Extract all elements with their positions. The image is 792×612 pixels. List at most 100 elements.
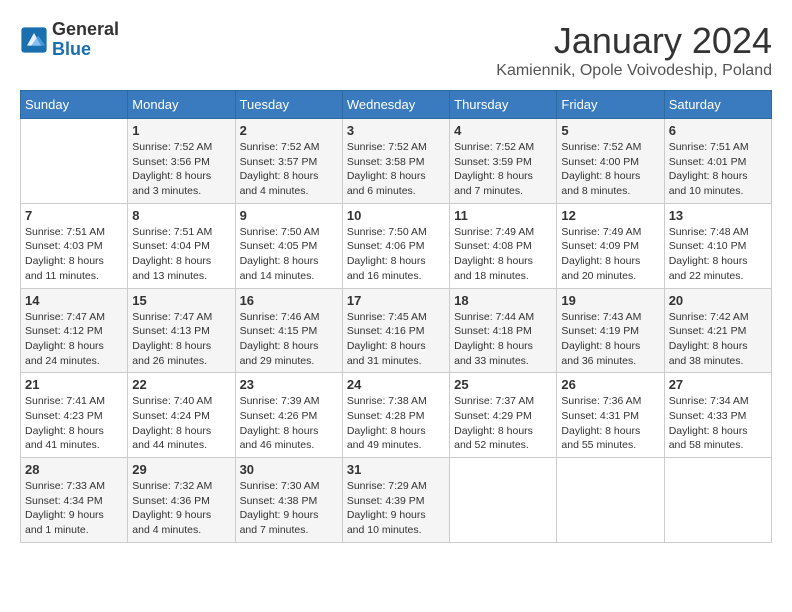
cell-info: Sunrise: 7:40 AMSunset: 4:24 PMDaylight:… xyxy=(132,394,230,453)
cell-info: Sunrise: 7:44 AMSunset: 4:18 PMDaylight:… xyxy=(454,310,552,369)
calendar-cell: 29 Sunrise: 7:32 AMSunset: 4:36 PMDayligh… xyxy=(128,458,235,543)
calendar-cell: 23Sunrise: 7:39 AMSunset: 4:26 PMDayligh… xyxy=(235,373,342,458)
calendar-cell: 26 Sunrise: 7:36 AMSunset: 4:31 PMDayligh… xyxy=(557,373,664,458)
day-number: 12 xyxy=(561,208,659,223)
cell-info: Sunrise: 7:42 AMSunset: 4:21 PMDaylight:… xyxy=(669,310,767,369)
day-number: 23 xyxy=(240,377,338,392)
cell-info: Sunrise: 7:43 AMSunset: 4:19 PMDaylight:… xyxy=(561,310,659,369)
cell-info: Sunrise: 7:51 AMSunset: 4:01 PMDaylight:… xyxy=(669,140,767,199)
calendar-cell: 4 Sunrise: 7:52 AMSunset: 3:59 PMDaylight… xyxy=(450,119,557,204)
day-number: 13 xyxy=(669,208,767,223)
cell-info: Sunrise: 7:52 AMSunset: 3:58 PMDaylight:… xyxy=(347,140,445,199)
cell-info: Sunrise: 7:33 AMSunset: 4:34 PMDaylight:… xyxy=(25,479,123,538)
day-number: 16 xyxy=(240,293,338,308)
calendar-cell: 8 Sunrise: 7:51 AMSunset: 4:04 PMDaylight… xyxy=(128,203,235,288)
day-number: 1 xyxy=(132,123,230,138)
cell-info: Sunrise: 7:47 AMSunset: 4:12 PMDaylight:… xyxy=(25,310,123,369)
day-number: 8 xyxy=(132,208,230,223)
cell-info: Sunrise: 7:36 AMSunset: 4:31 PMDaylight:… xyxy=(561,394,659,453)
day-number: 3 xyxy=(347,123,445,138)
calendar-cell: 7Sunrise: 7:51 AMSunset: 4:03 PMDaylight… xyxy=(21,203,128,288)
logo: General Blue xyxy=(20,20,119,60)
logo-blue: Blue xyxy=(52,39,91,59)
cell-info: Sunrise: 7:52 AMSunset: 3:59 PMDaylight:… xyxy=(454,140,552,199)
calendar-cell: 25Sunrise: 7:37 AMSunset: 4:29 PMDayligh… xyxy=(450,373,557,458)
cell-info: Sunrise: 7:49 AMSunset: 4:08 PMDaylight:… xyxy=(454,225,552,284)
day-header-wednesday: Wednesday xyxy=(342,91,449,119)
cell-info: Sunrise: 7:38 AMSunset: 4:28 PMDaylight:… xyxy=(347,394,445,453)
calendar-cell xyxy=(450,458,557,543)
cell-info: Sunrise: 7:50 AMSunset: 4:06 PMDaylight:… xyxy=(347,225,445,284)
calendar-cell: 19 Sunrise: 7:43 AMSunset: 4:19 PMDayligh… xyxy=(557,288,664,373)
cell-info: Sunrise: 7:52 AMSunset: 4:00 PMDaylight:… xyxy=(561,140,659,199)
day-number: 5 xyxy=(561,123,659,138)
calendar-cell: 17Sunrise: 7:45 AMSunset: 4:16 PMDayligh… xyxy=(342,288,449,373)
title-area: January 2024 Kamiennik, Opole Voivodeshi… xyxy=(496,20,772,80)
calendar-table: SundayMondayTuesdayWednesdayThursdayFrid… xyxy=(20,90,772,543)
day-header-sunday: Sunday xyxy=(21,91,128,119)
cell-info: Sunrise: 7:51 AMSunset: 4:04 PMDaylight:… xyxy=(132,225,230,284)
calendar-cell xyxy=(664,458,771,543)
day-number: 20 xyxy=(669,293,767,308)
day-number: 19 xyxy=(561,293,659,308)
day-header-friday: Friday xyxy=(557,91,664,119)
week-row-4: 21Sunrise: 7:41 AMSunset: 4:23 PMDayligh… xyxy=(21,373,772,458)
day-number: 21 xyxy=(25,377,123,392)
cell-info: Sunrise: 7:30 AMSunset: 4:38 PMDaylight:… xyxy=(240,479,338,538)
cell-info: Sunrise: 7:50 AMSunset: 4:05 PMDaylight:… xyxy=(240,225,338,284)
calendar-cell: 11 Sunrise: 7:49 AMSunset: 4:08 PMDayligh… xyxy=(450,203,557,288)
day-header-tuesday: Tuesday xyxy=(235,91,342,119)
calendar-cell: 9 Sunrise: 7:50 AMSunset: 4:05 PMDaylight… xyxy=(235,203,342,288)
day-number: 14 xyxy=(25,293,123,308)
day-number: 26 xyxy=(561,377,659,392)
day-number: 30 xyxy=(240,462,338,477)
calendar-cell: 27 Sunrise: 7:34 AMSunset: 4:33 PMDayligh… xyxy=(664,373,771,458)
day-number: 4 xyxy=(454,123,552,138)
header-row: SundayMondayTuesdayWednesdayThursdayFrid… xyxy=(21,91,772,119)
day-number: 2 xyxy=(240,123,338,138)
calendar-cell: 6 Sunrise: 7:51 AMSunset: 4:01 PMDaylight… xyxy=(664,119,771,204)
calendar-cell: 15Sunrise: 7:47 AMSunset: 4:13 PMDayligh… xyxy=(128,288,235,373)
day-number: 11 xyxy=(454,208,552,223)
calendar-cell xyxy=(21,119,128,204)
day-number: 27 xyxy=(669,377,767,392)
day-number: 15 xyxy=(132,293,230,308)
day-number: 31 xyxy=(347,462,445,477)
week-row-3: 14 Sunrise: 7:47 AMSunset: 4:12 PMDayligh… xyxy=(21,288,772,373)
cell-info: Sunrise: 7:32 AMSunset: 4:36 PMDaylight:… xyxy=(132,479,230,538)
calendar-cell: 20 Sunrise: 7:42 AMSunset: 4:21 PMDayligh… xyxy=(664,288,771,373)
day-header-monday: Monday xyxy=(128,91,235,119)
cell-info: Sunrise: 7:49 AMSunset: 4:09 PMDaylight:… xyxy=(561,225,659,284)
calendar-cell: 28 Sunrise: 7:33 AMSunset: 4:34 PMDayligh… xyxy=(21,458,128,543)
week-row-2: 7Sunrise: 7:51 AMSunset: 4:03 PMDaylight… xyxy=(21,203,772,288)
cell-info: Sunrise: 7:29 AMSunset: 4:39 PMDaylight:… xyxy=(347,479,445,538)
calendar-cell: 12 Sunrise: 7:49 AMSunset: 4:09 PMDayligh… xyxy=(557,203,664,288)
cell-info: Sunrise: 7:52 AMSunset: 3:57 PMDaylight:… xyxy=(240,140,338,199)
day-number: 22 xyxy=(132,377,230,392)
week-row-1: 1Sunrise: 7:52 AMSunset: 3:56 PMDaylight… xyxy=(21,119,772,204)
calendar-cell: 14 Sunrise: 7:47 AMSunset: 4:12 PMDayligh… xyxy=(21,288,128,373)
calendar-cell: 30 Sunrise: 7:30 AMSunset: 4:38 PMDayligh… xyxy=(235,458,342,543)
day-number: 25 xyxy=(454,377,552,392)
day-number: 9 xyxy=(240,208,338,223)
day-number: 29 xyxy=(132,462,230,477)
day-number: 10 xyxy=(347,208,445,223)
cell-info: Sunrise: 7:46 AMSunset: 4:15 PMDaylight:… xyxy=(240,310,338,369)
calendar-cell xyxy=(557,458,664,543)
day-header-thursday: Thursday xyxy=(450,91,557,119)
cell-info: Sunrise: 7:45 AMSunset: 4:16 PMDaylight:… xyxy=(347,310,445,369)
logo-text: General Blue xyxy=(52,20,119,60)
logo-icon xyxy=(20,26,48,54)
calendar-cell: 21Sunrise: 7:41 AMSunset: 4:23 PMDayligh… xyxy=(21,373,128,458)
day-number: 6 xyxy=(669,123,767,138)
day-number: 24 xyxy=(347,377,445,392)
calendar-cell: 22 Sunrise: 7:40 AMSunset: 4:24 PMDayligh… xyxy=(128,373,235,458)
month-title: January 2024 xyxy=(496,20,772,62)
calendar-cell: 5 Sunrise: 7:52 AMSunset: 4:00 PMDaylight… xyxy=(557,119,664,204)
calendar-cell: 10 Sunrise: 7:50 AMSunset: 4:06 PMDayligh… xyxy=(342,203,449,288)
day-number: 28 xyxy=(25,462,123,477)
cell-info: Sunrise: 7:48 AMSunset: 4:10 PMDaylight:… xyxy=(669,225,767,284)
cell-info: Sunrise: 7:34 AMSunset: 4:33 PMDaylight:… xyxy=(669,394,767,453)
calendar-cell: 1Sunrise: 7:52 AMSunset: 3:56 PMDaylight… xyxy=(128,119,235,204)
cell-info: Sunrise: 7:51 AMSunset: 4:03 PMDaylight:… xyxy=(25,225,123,284)
